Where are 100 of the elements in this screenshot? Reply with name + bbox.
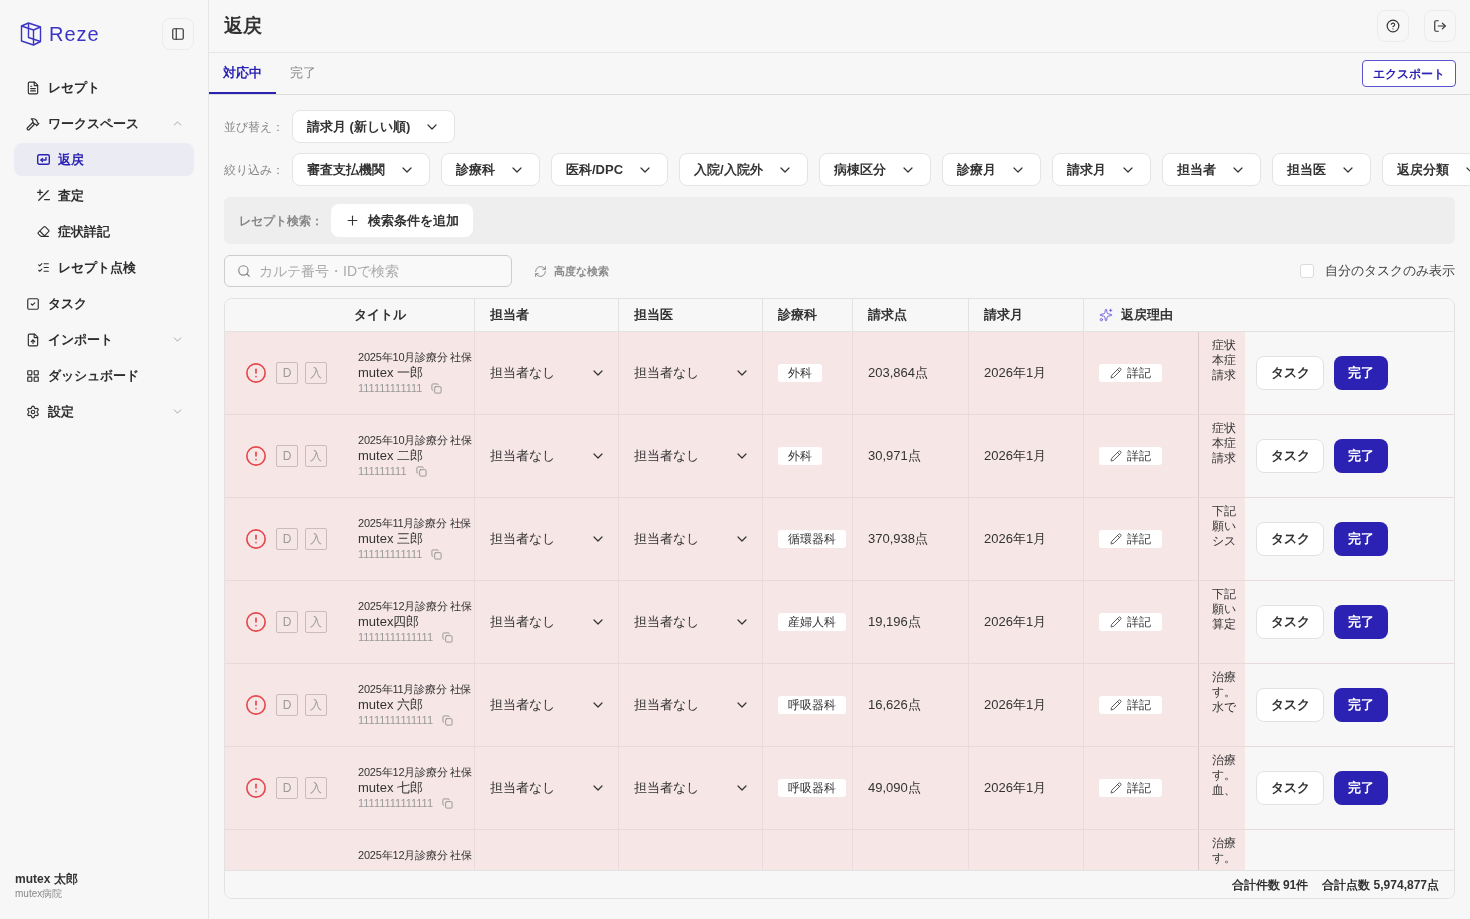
task-button[interactable]: タスク: [1256, 771, 1324, 805]
sidebar-toggle-button[interactable]: [162, 18, 194, 50]
claim-title: 2025年12月診療分 社保: [358, 765, 472, 779]
filter-dropdown[interactable]: 請求月: [1051, 153, 1151, 186]
detail-button[interactable]: 詳記: [1099, 613, 1162, 631]
copy-icon[interactable]: [431, 383, 443, 394]
page-title: 返戻: [224, 13, 262, 38]
tag: D: [276, 362, 298, 384]
plus-minus-icon: [37, 189, 50, 202]
record-id: 111111111: [358, 464, 407, 479]
sidebar-item[interactable]: 査定: [14, 179, 194, 212]
doctor-select[interactable]: 担当者なし: [619, 332, 762, 414]
tag: 入: [305, 528, 327, 550]
filter-dropdown[interactable]: 担当医: [1271, 153, 1371, 186]
column-header: 担当者: [490, 306, 529, 325]
reason-text: 下記 願い シス: [1212, 504, 1236, 549]
help-button[interactable]: [1377, 10, 1409, 42]
sidebar-item[interactable]: ダッシュボード: [14, 359, 194, 392]
filter-dropdown[interactable]: 入院/入院外: [679, 153, 808, 186]
sidebar-item[interactable]: 症状詳記: [14, 215, 194, 248]
sidebar-panel-icon: [171, 27, 185, 41]
patient-name: mutex 一郎: [358, 364, 424, 381]
checkbox[interactable]: [1300, 264, 1314, 278]
filter-dropdown[interactable]: 診療月: [941, 153, 1041, 186]
filter-dropdown[interactable]: 病棟区分: [818, 153, 931, 186]
total-points: 合計点数 5,974,877点: [1322, 876, 1439, 894]
checkbox-label[interactable]: 自分のタスクのみ表示: [1325, 261, 1455, 281]
doctor-select[interactable]: 担当者なし: [619, 664, 762, 746]
copy-icon[interactable]: [431, 549, 443, 560]
search-field[interactable]: カルテ番号・IDで検索: [224, 255, 512, 287]
sidebar-item[interactable]: タスク: [14, 287, 194, 320]
assignee-select[interactable]: 担当者なし: [475, 415, 618, 497]
detail-button[interactable]: 詳記: [1099, 530, 1162, 548]
logout-button[interactable]: [1424, 10, 1456, 42]
doctor-select[interactable]: 担当者なし: [619, 498, 762, 580]
complete-button[interactable]: 完了: [1334, 771, 1388, 805]
sidebar-item[interactable]: レセプト点検: [14, 251, 194, 284]
organization-name: mutex病院: [15, 887, 64, 901]
detail-button[interactable]: 詳記: [1099, 364, 1162, 382]
record-id: 111111111111: [358, 547, 423, 562]
logo-icon: [20, 22, 42, 46]
doctor-select[interactable]: 担当者なし: [619, 415, 762, 497]
filter-dropdown[interactable]: 医科/DPC: [551, 153, 669, 186]
task-button[interactable]: タスク: [1256, 356, 1324, 390]
filter-dropdown[interactable]: 診療科: [441, 153, 540, 186]
detail-button[interactable]: 詳記: [1099, 779, 1162, 797]
copy-icon[interactable]: [442, 715, 454, 726]
sort-label: 並び替え：: [224, 118, 285, 136]
sidebar-item[interactable]: インポート: [14, 323, 194, 356]
task-button[interactable]: タスク: [1256, 688, 1324, 722]
filter-dropdown[interactable]: 返戻分類: [1381, 153, 1470, 186]
sidebar-item[interactable]: ワークスペース: [14, 107, 194, 140]
complete-button[interactable]: 完了: [1334, 605, 1388, 639]
grid-icon: [26, 368, 40, 383]
doctor-select[interactable]: 担当者なし: [619, 581, 762, 663]
tab[interactable]: 対応中: [209, 53, 276, 94]
sidebar-item[interactable]: 設定: [14, 395, 194, 428]
department-tag: 外科: [778, 364, 822, 382]
copy-icon[interactable]: [442, 632, 454, 643]
sidebar-item[interactable]: 返戻: [14, 143, 194, 176]
complete-button[interactable]: 完了: [1334, 356, 1388, 390]
filter-dropdown[interactable]: 審査支払機関: [292, 153, 430, 186]
task-button[interactable]: タスク: [1256, 439, 1324, 473]
doctor-select[interactable]: 担当者なし: [619, 747, 762, 829]
claim-points: 16,626点: [868, 696, 921, 715]
eraser-icon: [37, 225, 50, 238]
settings-icon: [26, 404, 40, 419]
column-header: 担当医: [634, 306, 673, 325]
copy-icon[interactable]: [442, 798, 454, 809]
task-button[interactable]: タスク: [1256, 605, 1324, 639]
claim-points: 370,938点: [868, 530, 928, 549]
assignee-select[interactable]: 担当者なし: [475, 747, 618, 829]
sparkle-icon: [1099, 308, 1113, 322]
export-button[interactable]: エクスポート: [1362, 60, 1456, 87]
record-id: 111111111111: [358, 381, 423, 396]
assignee-select[interactable]: 担当者なし: [475, 664, 618, 746]
department-tag: 外科: [778, 447, 822, 465]
assignee-select[interactable]: 担当者なし: [475, 498, 618, 580]
add-condition-button[interactable]: 検索条件を追加: [331, 204, 473, 237]
column-header: 診療科: [778, 306, 817, 325]
tag: D: [276, 777, 298, 799]
complete-button[interactable]: 完了: [1334, 439, 1388, 473]
assignee-select[interactable]: 担当者なし: [475, 332, 618, 414]
detail-button[interactable]: 詳記: [1099, 696, 1162, 714]
filter-dropdown[interactable]: 担当者: [1161, 153, 1261, 186]
complete-button[interactable]: 完了: [1334, 522, 1388, 556]
reason-text: 症状 本症 請求: [1212, 338, 1236, 383]
search-icon: [237, 264, 251, 278]
assignee-select[interactable]: 担当者なし: [475, 581, 618, 663]
copy-icon[interactable]: [415, 466, 427, 477]
claim-title: 2025年12月診療分 社保: [358, 599, 472, 613]
detail-button[interactable]: 詳記: [1099, 447, 1162, 465]
sidebar-item[interactable]: レセプト: [14, 71, 194, 104]
file-upload-icon: [26, 332, 40, 347]
task-button[interactable]: タスク: [1256, 522, 1324, 556]
column-header: 請求点: [868, 306, 907, 325]
help-icon: [1386, 19, 1400, 33]
complete-button[interactable]: 完了: [1334, 688, 1388, 722]
sort-dropdown[interactable]: 請求月 (新しい順): [292, 110, 456, 143]
patient-name: mutex 七郎: [358, 779, 424, 796]
